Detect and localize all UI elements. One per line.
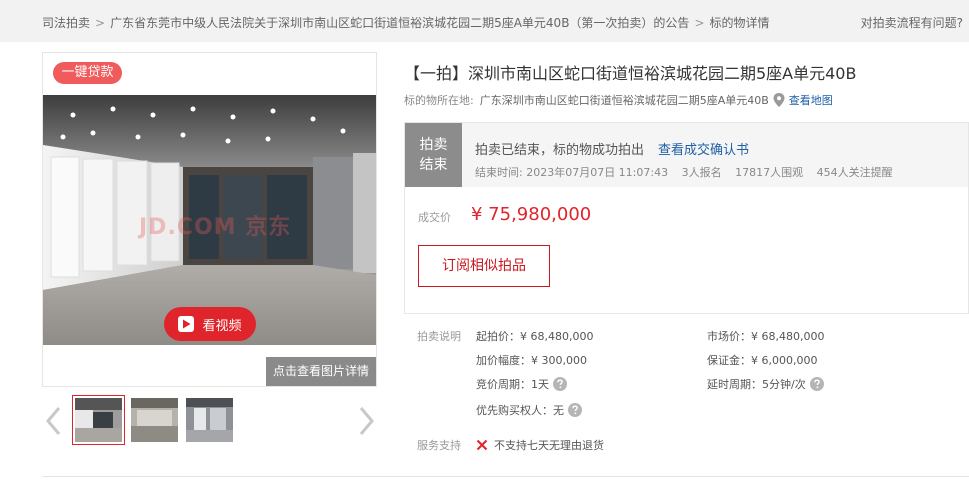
breadcrumb-item-announcement[interactable]: 广东省东莞市中级人民法院关于深圳市南山区蛇口街道恒裕滨城花园二期5座A单元40B… (110, 16, 689, 30)
close-icon (476, 439, 488, 451)
thumbnail-1[interactable] (72, 395, 125, 445)
breadcrumb-separator: > (694, 16, 705, 30)
onlooker-count: 17817人围观 (735, 166, 804, 179)
thumbnail-image (131, 398, 178, 442)
status-message: 拍卖已结束，标的物成功拍出 查看成交确认书 (475, 139, 749, 158)
breadcrumb-separator: > (95, 16, 106, 30)
help-question-icon[interactable] (553, 377, 567, 391)
divider (42, 476, 969, 477)
bid-increment: 加价幅度：¥ 300,000 (476, 354, 587, 367)
status-badge: 拍卖 结束 (405, 123, 462, 187)
subscribe-similar-button[interactable]: 订阅相似拍品 (418, 245, 550, 287)
priority-buyer: 优先购买权人：无 (476, 402, 582, 418)
deposit: 保证金：¥ 6,000,000 (707, 354, 818, 367)
no-return-text: 不支持七天无理由退货 (494, 439, 604, 452)
auction-status-panel: 拍卖 结束 拍卖已结束，标的物成功拍出 查看成交确认书 结束时间: 2023年07… (404, 122, 969, 314)
auction-info-label: 拍卖说明 (417, 330, 461, 343)
deal-price: ¥ 75,980,000 (471, 204, 592, 225)
map-pin-icon (773, 93, 785, 107)
priority-buyer-text: 优先购买权人：无 (476, 404, 564, 417)
status-message-text: 拍卖已结束，标的物成功拍出 (475, 143, 645, 158)
thumbnail-2[interactable] (131, 398, 178, 442)
status-header: 拍卖 结束 拍卖已结束，标的物成功拍出 查看成交确认书 结束时间: 2023年07… (405, 123, 968, 187)
status-badge-line2: 结束 (419, 157, 448, 173)
service-no-return: 不支持七天无理由退货 (476, 437, 604, 453)
thumbnail-3[interactable] (186, 398, 233, 442)
breadcrumb-item-judicial-auction[interactable]: 司法拍卖 (42, 16, 90, 30)
photo-gallery: 一键贷款 JD.COM 京东 看视频 点击查看图片详情 (42, 52, 377, 387)
play-icon (178, 316, 195, 332)
thumbnail-image (75, 398, 122, 442)
extension-period: 延时周期：5分钟/次 (707, 376, 824, 392)
listing-location: 标的物所在地: 广东深圳市南山区蛇口街道恒裕滨城花园二期5座A单元40B 查看地… (404, 92, 833, 108)
location-label: 标的物所在地: (404, 94, 474, 107)
extension-period-text: 延时周期：5分钟/次 (707, 378, 806, 391)
loan-badge[interactable]: 一键贷款 (53, 62, 122, 84)
market-price: 市场价：¥ 68,480,000 (707, 330, 825, 343)
chevron-right-icon[interactable] (354, 404, 378, 438)
watch-video-button[interactable]: 看视频 (164, 307, 256, 341)
location-address: 广东深圳市南山区蛇口街道恒裕滨城花园二期5座A单元40B (479, 94, 769, 107)
status-meta: 结束时间: 2023年07月07日 11:07:43 3人报名 17817人围观… (475, 164, 903, 180)
listing-title: 【一拍】深圳市南山区蛇口街道恒裕滨城花园二期5座A单元40B (404, 64, 857, 83)
bidding-period-text: 竞价周期：1天 (476, 378, 549, 391)
help-link[interactable]: 对拍卖流程有问题? (861, 14, 963, 31)
chevron-left-icon[interactable] (42, 404, 66, 438)
breadcrumb-item-current: 标的物详情 (709, 16, 770, 30)
bidding-period: 竞价周期：1天 (476, 376, 567, 392)
confirmation-link[interactable]: 查看成交确认书 (658, 143, 749, 158)
watch-video-label: 看视频 (202, 318, 242, 334)
thumbnail-image (186, 398, 233, 442)
starting-price: 起拍价：¥ 68,480,000 (476, 330, 594, 343)
help-question-icon[interactable] (809, 377, 824, 391)
service-support-label: 服务支持 (417, 439, 461, 452)
status-badge-line1: 拍卖 (419, 137, 448, 153)
follower-count: 454人关注提醒 (816, 166, 893, 179)
deal-price-label: 成交价 (418, 211, 451, 224)
end-time: 结束时间: 2023年07月07日 11:07:43 (475, 166, 669, 179)
view-map-link[interactable]: 查看地图 (789, 92, 833, 108)
help-question-icon[interactable] (568, 403, 582, 417)
watermark: JD.COM 京东 (139, 215, 292, 240)
view-pictures-button[interactable]: 点击查看图片详情 (266, 357, 376, 386)
registered-count: 3人报名 (681, 166, 722, 179)
breadcrumb: 司法拍卖 > 广东省东莞市中级人民法院关于深圳市南山区蛇口街道恒裕滨城花园二期5座A… (42, 14, 770, 31)
breadcrumb-bar: 司法拍卖 > 广东省东莞市中级人民法院关于深圳市南山区蛇口街道恒裕滨城花园二期5座A… (0, 0, 969, 42)
thumbnail-strip (42, 395, 378, 448)
